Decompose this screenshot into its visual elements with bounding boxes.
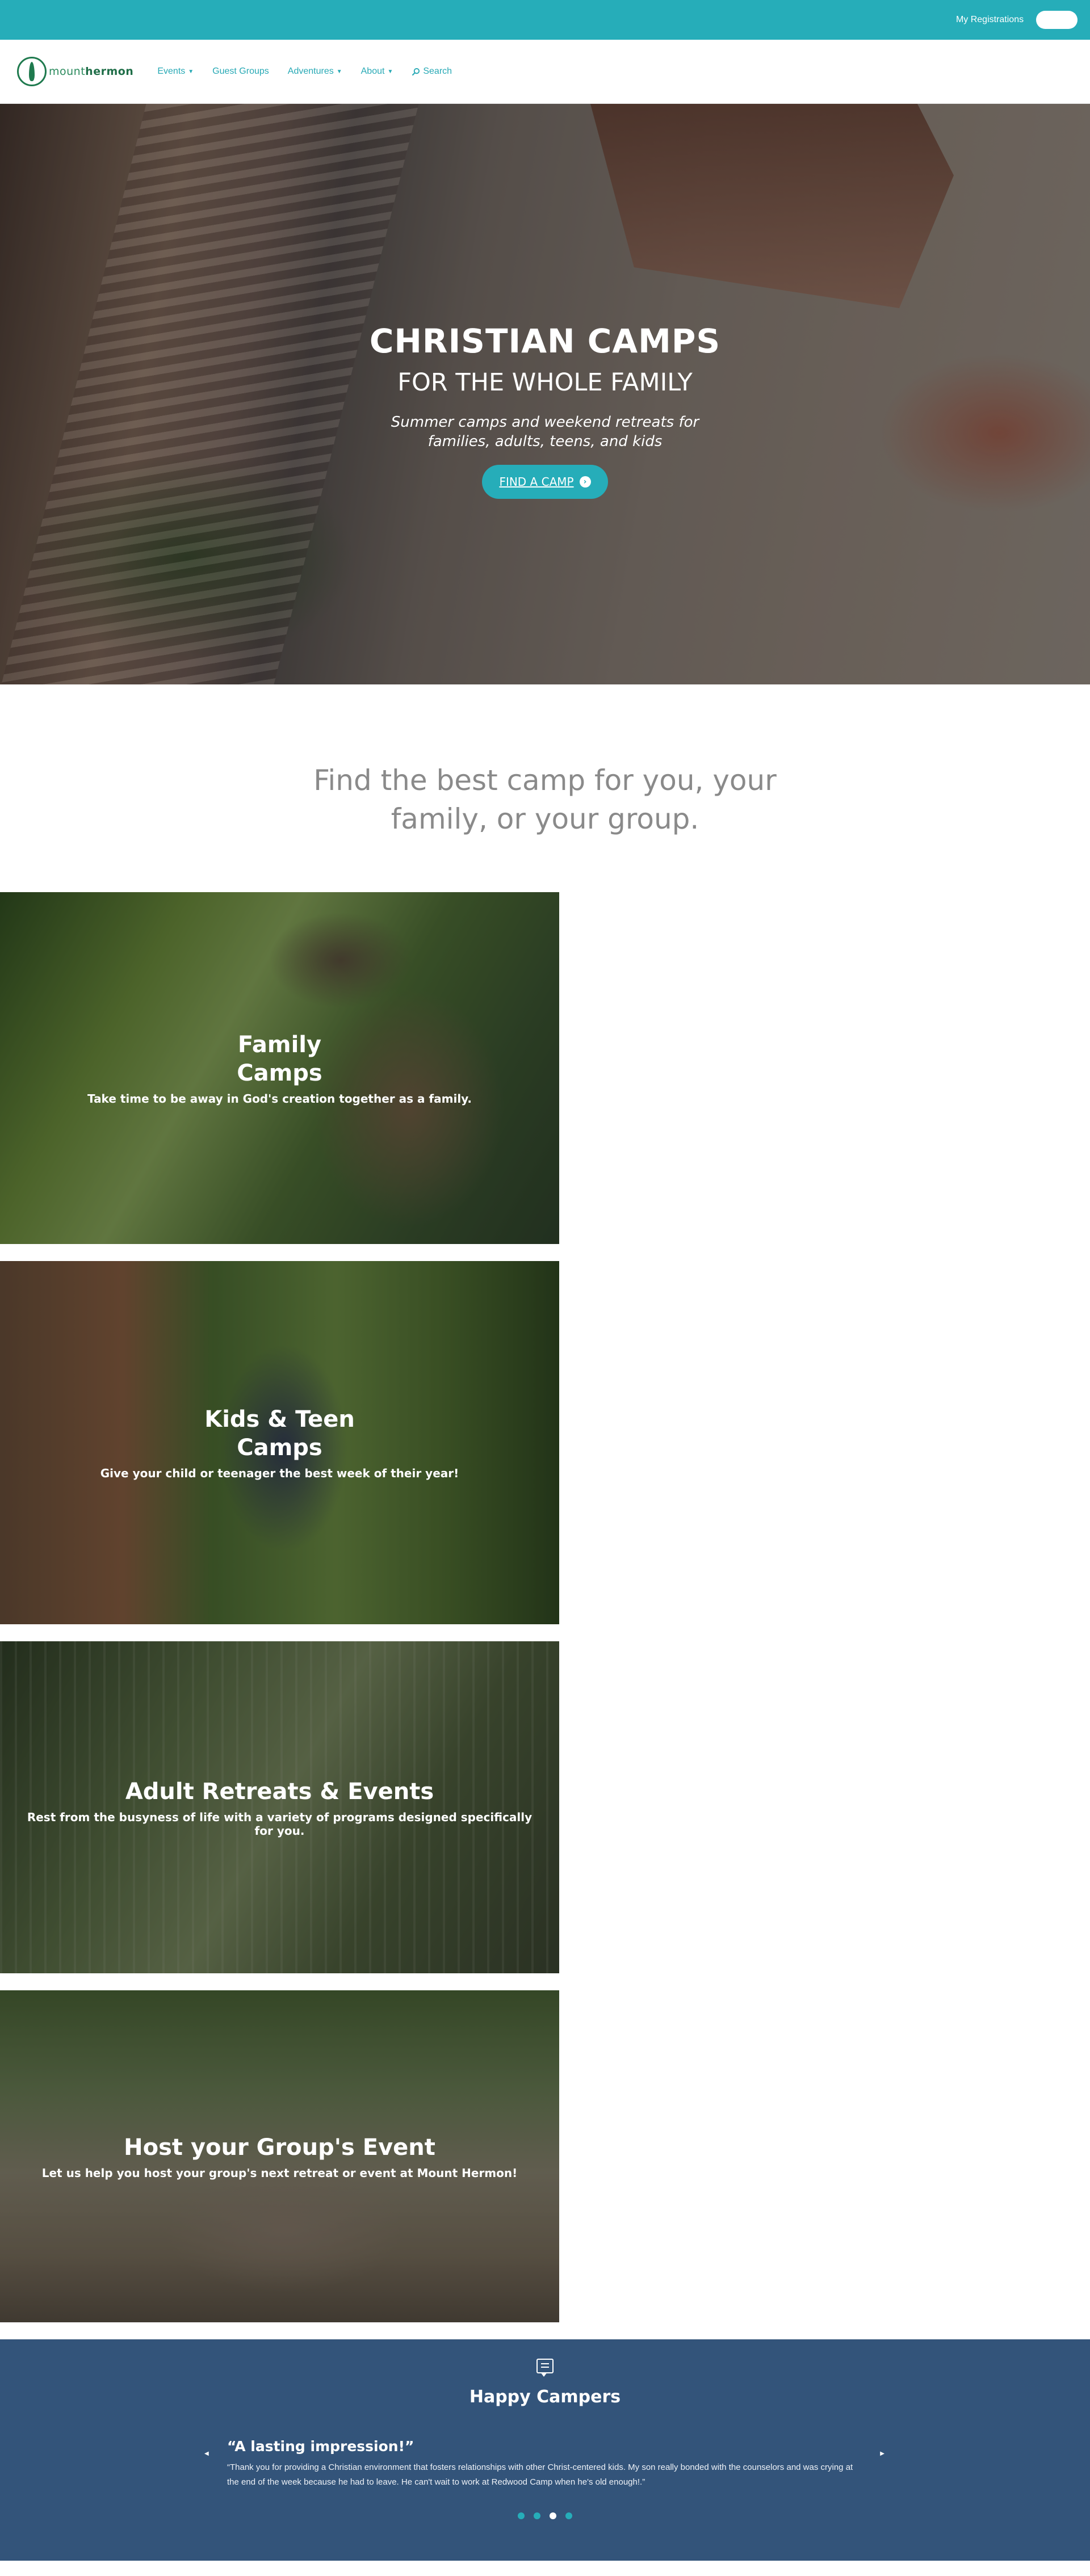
carousel-dot[interactable] [565,2512,572,2519]
carousel-dots [0,2512,1090,2519]
carousel-dot[interactable] [534,2512,540,2519]
logo-text-prefix: mount [49,65,86,78]
utility-bar: My Registrations Give [0,0,1090,40]
nav-item-search[interactable]: Search [412,66,452,77]
nav-item-adventures[interactable]: Adventures ▼ [288,66,342,77]
arrow-right-circle-icon: › [579,476,591,488]
nav-item-label: Events [157,66,186,76]
hero-tagline-line: Summer camps and weekend retreats for [391,414,699,431]
card-description: Rest from the busyness of life with a va… [27,1810,533,1838]
card-kids-teen-camps[interactable]: Kids & Teen Camps Give your child or tee… [0,1261,559,1624]
nav-item-events[interactable]: Events ▼ [157,66,194,77]
hero-tagline: Summer camps and weekend retreats for fa… [0,413,1090,451]
card-description: Let us help you host your group's next r… [41,2166,518,2180]
site-logo[interactable]: mounthermon [17,57,133,86]
card-description: Give your child or teenager the best wee… [100,1466,459,1480]
give-button[interactable]: Give [1036,11,1078,29]
hero-tagline-line: families, adults, teens, and kids [427,433,663,450]
card-title: Kids & Teen Camps [204,1406,355,1461]
card-title: Adult Retreats & Events [125,1778,434,1805]
my-registrations-link[interactable]: My Registrations [956,15,1024,25]
hero-banner: CHRISTIAN CAMPS FOR THE WHOLE FAMILY Sum… [0,104,1090,684]
card-description: Take time to be away in God's creation t… [87,1092,472,1106]
camp-cards: Family Camps Take time to be away in God… [0,892,559,2322]
chat-bubble-icon [536,2359,554,2377]
card-family-camps[interactable]: Family Camps Take time to be away in God… [0,892,559,1244]
main-nav: mounthermon Events ▼ Guest Groups Advent… [0,40,1090,104]
nav-item-label: Adventures [287,66,334,76]
tree-logo-icon [17,57,47,86]
find-a-camp-label: FIND A CAMP [499,475,574,489]
nav-item-label: About [360,66,385,76]
nav-item-about[interactable]: About ▼ [361,66,393,77]
card-title: Host your Group's Event [124,2134,435,2161]
card-host-group-event[interactable]: Host your Group's Event Let us help you … [0,1990,559,2322]
find-a-camp-button[interactable]: FIND A CAMP › [482,465,608,499]
card-adult-retreats[interactable]: Adult Retreats & Events Rest from the bu… [0,1641,559,1973]
quote-body: “Thank you for providing a Christian env… [227,2462,853,2487]
quote-title: “A lasting impression!” [227,2438,414,2455]
intro-heading: Find the best camp for you, your family,… [313,764,777,835]
hero-subtitle: FOR THE WHOLE FAMILY [397,368,693,397]
carousel-dot[interactable] [518,2512,525,2519]
nav-menu: Events ▼ Guest Groups Adventures ▼ About… [157,66,452,77]
nav-item-guest-groups[interactable]: Guest Groups [212,66,269,77]
logo-text-suffix: hermon [85,65,134,78]
hero-content: CHRISTIAN CAMPS FOR THE WHOLE FAMILY Sum… [0,322,1090,499]
intro-section: Find the best camp for you, your family,… [0,684,1090,892]
carousel-prev-arrow[interactable]: ◀ [204,2451,209,2457]
testimonial-quote: “A lasting impression!” “Thank you for p… [227,2438,863,2490]
carousel-dot-active[interactable] [550,2512,556,2519]
hero-title: CHRISTIAN CAMPS [369,322,721,360]
card-title: Family Camps [237,1032,322,1086]
search-icon [412,68,420,75]
testimonials-section: Happy Campers ◀ ▶ “A lasting impression!… [0,2339,1090,2561]
nav-item-label: Guest Groups [212,66,269,76]
chevron-down-icon: ▼ [387,68,393,75]
carousel-next-arrow[interactable]: ▶ [880,2451,884,2457]
nav-item-label: Search [423,66,452,76]
testimonials-heading: Happy Campers [469,2387,621,2407]
chevron-down-icon: ▼ [336,68,342,75]
chevron-down-icon: ▼ [188,68,194,75]
